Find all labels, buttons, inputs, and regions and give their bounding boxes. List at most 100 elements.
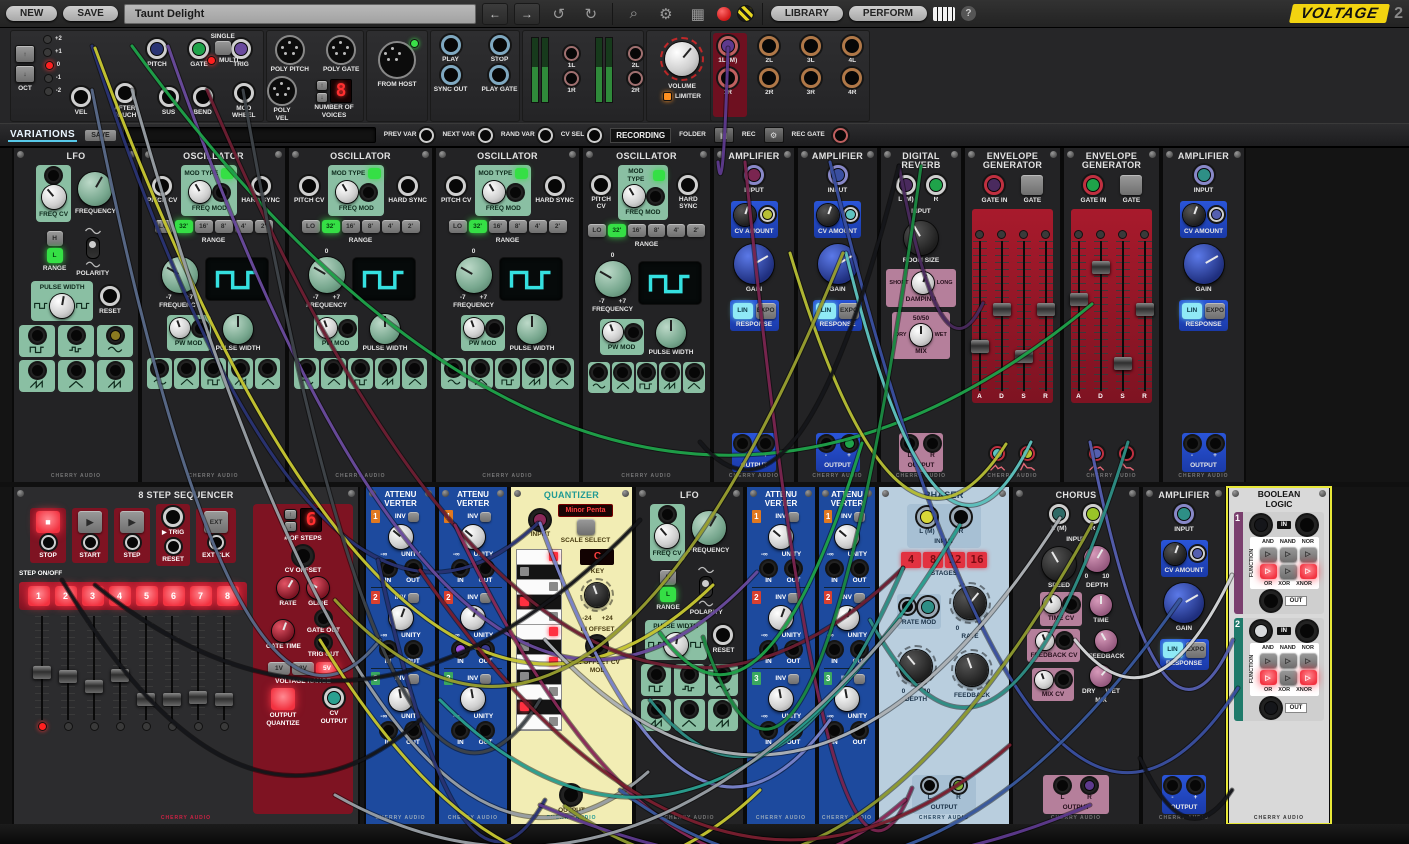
pulse-width-knob[interactable] [223,314,253,344]
slider-handle[interactable] [1037,303,1055,316]
frequency-knob[interactable] [78,172,112,206]
range-button-2[interactable]: 2' [687,224,705,237]
osc-out-jack-pulse[interactable] [500,361,515,376]
stop-jack[interactable] [41,535,56,550]
multi-out-jack[interactable] [801,68,821,88]
att-knob[interactable] [769,687,793,711]
step-slider-5[interactable] [139,616,153,720]
new-button[interactable]: NEW [6,6,57,21]
output-minus-jack[interactable] [1165,778,1180,793]
step-button-7[interactable]: 7 [190,586,212,606]
multi-out-jack[interactable] [801,36,821,56]
help-icon[interactable]: ? [961,6,976,21]
range-l-button[interactable]: L [47,248,63,263]
start-jack[interactable] [83,535,98,550]
multi-out-jack[interactable] [842,36,862,56]
reverb-input-r-jack[interactable] [926,175,946,195]
lfo-out-jack-rand[interactable] [69,328,84,343]
multi-out-jack[interactable] [759,68,779,88]
range-button-4[interactable]: 4' [382,220,400,233]
logic-out-jack[interactable] [1261,698,1281,718]
rate-knob[interactable] [277,577,299,599]
reverb-out-r-jack[interactable] [925,436,940,451]
pw-mod-knob[interactable] [603,322,623,342]
pw-mod-knob[interactable] [170,318,190,338]
gate-button-xnor[interactable]: ▷ [1300,564,1317,579]
pitch-cv-jack[interactable] [299,176,319,196]
logic-out-jack[interactable] [1261,591,1281,611]
cv-amount-knob[interactable] [1183,204,1205,226]
undo-icon[interactable]: ↺ [546,5,572,23]
output-quantize-button[interactable] [271,688,295,710]
main-out-2r[interactable] [628,71,643,86]
lin-button[interactable]: LIN [733,303,753,319]
rate-mod-jack[interactable] [918,597,938,617]
library-button[interactable]: LIBRARY [771,6,843,21]
range-button-32[interactable]: 32' [469,220,487,233]
prev-patch-button[interactable]: ← [482,3,508,25]
gate-button-xor[interactable]: ▷ [1280,564,1297,579]
cv-amount-knob[interactable] [1164,543,1186,565]
oct-up-button[interactable]: ↑ [15,45,35,63]
osc-out-jack-tri[interactable] [554,361,569,376]
mix-cv-knob[interactable] [1035,671,1053,689]
trig-jack[interactable] [163,507,183,527]
range-button-LO[interactable]: LO [588,224,606,237]
step-button-6[interactable]: 6 [163,586,185,606]
pw-mod-jack[interactable] [340,321,355,336]
pulse-width-knob[interactable] [517,314,547,344]
step-jack[interactable] [125,535,140,550]
main-out-1l[interactable] [564,46,579,61]
transport-jack-stop[interactable] [490,35,510,55]
range-button-8[interactable]: 8' [215,220,233,233]
gate-in-jack[interactable] [1083,175,1103,195]
variation-jack[interactable] [478,128,493,143]
range-button-LO[interactable]: LO [302,220,320,233]
range-button-8[interactable]: 8' [362,220,380,233]
adsr-slider-S[interactable] [1017,241,1031,391]
feedback-knob[interactable] [1095,630,1117,652]
output-plus-jack[interactable] [1188,778,1203,793]
stage-cell[interactable]: 16 [967,552,987,568]
step-slider-1[interactable] [35,616,49,720]
single-multi-toggle[interactable] [215,41,231,55]
osc-out-jack-sine[interactable] [591,365,606,380]
range-button-2[interactable]: 2' [402,220,420,233]
freq-mod-knob[interactable] [189,181,211,203]
range-button-32[interactable]: 32' [608,224,626,237]
scale-select-button[interactable] [577,519,595,535]
slider-handle[interactable] [189,691,207,704]
expo-button[interactable]: EXPO [756,303,776,319]
feedback-knob[interactable] [956,654,988,686]
adsr-slider-S[interactable] [1116,241,1130,391]
adsr-slider-D[interactable] [1094,241,1108,391]
att-in-jack[interactable] [827,561,842,576]
adsr-slider-R[interactable] [1138,241,1152,391]
redo-icon[interactable]: ↻ [578,5,604,23]
slider-handle[interactable] [971,340,989,353]
range-button-32[interactable]: 32' [322,220,340,233]
slider-handle[interactable] [33,666,51,679]
lin-button[interactable]: LIN [1182,303,1202,319]
adsr-slider-R[interactable] [1039,241,1053,391]
zoom-icon[interactable]: ⌕ [621,5,647,22]
osc-out-jack-pulse[interactable] [353,361,368,376]
modules-grid-icon[interactable]: ▦ [685,5,711,23]
chorus-out-l-jack[interactable] [1055,778,1070,793]
variation-jack[interactable] [587,128,602,143]
slider-handle[interactable] [215,693,233,706]
frequency-knob[interactable] [595,261,631,297]
pitch-cv-jack[interactable] [446,176,466,196]
range-button-8[interactable]: 8' [509,220,527,233]
step-slider-6[interactable] [165,616,179,720]
stop-button[interactable]: ■ [36,511,60,533]
freq-mod-knob[interactable] [336,181,358,203]
pitch-cv-jack[interactable] [591,175,611,195]
feedback-cv-jack[interactable] [1057,633,1072,648]
transport-jack-sync-out[interactable] [441,65,461,85]
volume-knob[interactable] [665,42,699,76]
save-button[interactable]: SAVE [63,6,118,21]
record-icon[interactable] [717,7,731,21]
slider-handle[interactable] [1070,293,1088,306]
output-minus-jack[interactable] [1185,436,1200,451]
